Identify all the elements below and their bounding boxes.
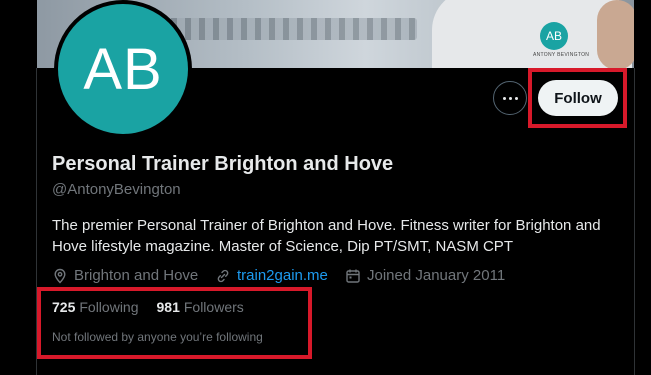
banner-arm-image <box>597 0 634 68</box>
stats-highlight-box <box>37 287 312 359</box>
more-dots-icon <box>502 96 506 100</box>
column-divider-right <box>634 68 635 375</box>
profile-website[interactable]: train2gain.me <box>215 267 328 284</box>
more-options-button[interactable] <box>493 81 527 115</box>
more-dot <box>508 96 512 100</box>
profile-name: Personal Trainer Brighton and Hove <box>52 153 394 175</box>
link-icon <box>217 269 229 282</box>
calendar-icon <box>346 269 360 283</box>
banner-pier-image <box>157 18 417 40</box>
shirt-logo: AB <box>540 22 568 50</box>
profile-handle: @AntonyBevington <box>52 181 181 198</box>
more-dot <box>514 96 518 100</box>
profile-joined: Joined January 2011 <box>345 267 505 284</box>
website-link[interactable]: train2gain.me <box>237 267 328 284</box>
location-icon <box>54 268 66 283</box>
avatar-initials: AB <box>58 4 188 134</box>
follow-highlight-box <box>528 68 627 128</box>
profile-bio: The premier Personal Trainer of Brighton… <box>52 217 601 255</box>
location-text: Brighton and Hove <box>74 267 199 284</box>
shirt-text: ANTONY BEVINGTON <box>533 52 590 58</box>
profile-location: Brighton and Hove <box>52 267 198 284</box>
joined-text: Joined January 2011 <box>367 267 506 284</box>
avatar[interactable]: AB <box>54 0 192 138</box>
